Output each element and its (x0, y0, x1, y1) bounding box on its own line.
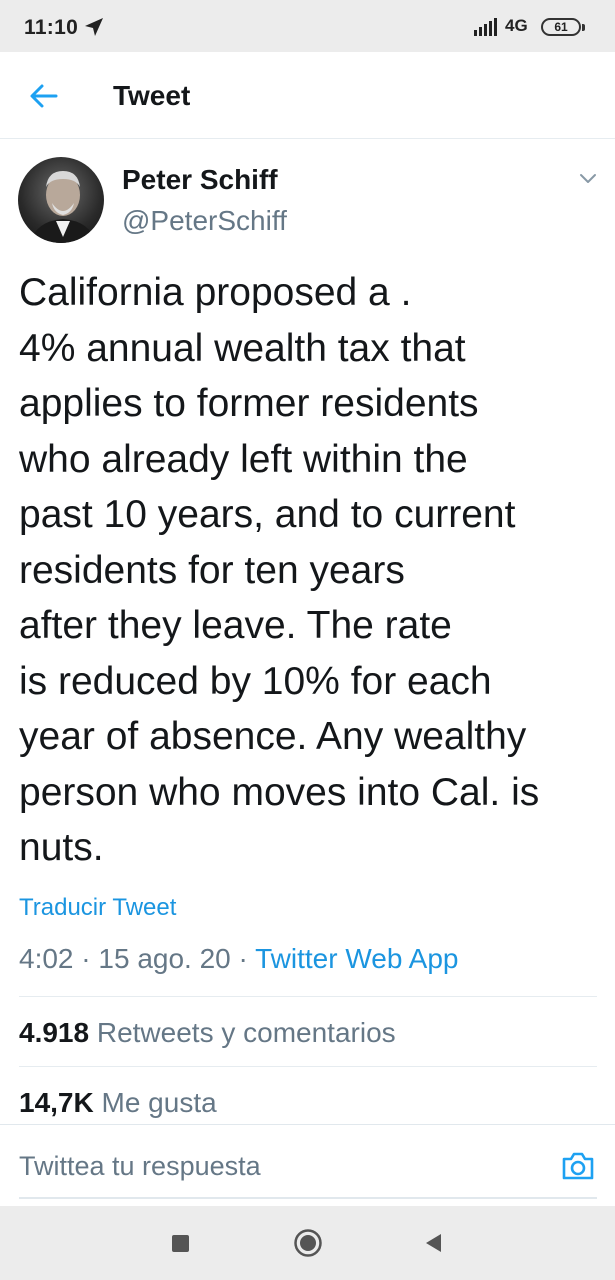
status-time: 11:10 (24, 16, 79, 39)
back-arrow-icon[interactable] (28, 82, 60, 110)
reply-input-underline (19, 1197, 597, 1199)
nav-back-icon[interactable] (423, 1232, 443, 1254)
tweet-text-line: California proposed a . (19, 271, 412, 314)
tweet-text-line: nuts. (19, 826, 104, 869)
reply-input[interactable]: Twittea tu respuesta (19, 1151, 261, 1182)
system-navigation-bar (0, 1206, 615, 1280)
tweet-text-line: after they leave. The rate (19, 604, 452, 647)
retweets-count: 4.918 (19, 1017, 90, 1048)
divider (19, 996, 597, 997)
retweets-label: Retweets y comentarios (96, 1017, 396, 1048)
tweet-source-link[interactable]: Twitter Web App (255, 943, 458, 974)
avatar[interactable] (18, 157, 104, 243)
tweet-text-line: person who moves into Cal. is (19, 770, 540, 814)
camera-icon[interactable] (561, 1150, 595, 1182)
page-title: Tweet (113, 80, 191, 111)
author-name[interactable]: Peter Schiff (122, 164, 278, 196)
meta-separator: · (238, 943, 248, 974)
tweet-text-line: who already left within the (19, 437, 468, 481)
likes-stat[interactable]: 14,7K Me gusta (19, 1087, 217, 1119)
tweet-text: California proposed a . 4% annual wealth… (19, 265, 604, 876)
translate-tweet-link[interactable]: Traducir Tweet (19, 894, 176, 922)
navigation-arrow-icon (85, 18, 103, 36)
tweet-text-line: year of absence. Any wealthy (19, 715, 527, 758)
tweet-text-line: applies to former residents (19, 382, 479, 425)
retweets-stat[interactable]: 4.918 Retweets y comentarios (19, 1017, 396, 1049)
status-bar: 11:10 4G 61 (0, 0, 615, 52)
recent-apps-icon[interactable] (172, 1235, 189, 1252)
divider (19, 1066, 597, 1067)
author-handle[interactable]: @PeterSchiff (122, 205, 287, 237)
tweet-metadata: 4:02 · 15 ago. 20 · Twitter Web App (19, 943, 458, 975)
likes-label: Me gusta (101, 1087, 217, 1118)
meta-separator: · (81, 943, 91, 974)
home-icon[interactable] (293, 1228, 323, 1258)
tweet-date: 15 ago. 20 (98, 943, 231, 974)
battery-indicator: 61 (541, 18, 585, 36)
tweet-text-line: past 10 years, and to current (19, 493, 516, 536)
likes-count: 14,7K (19, 1087, 94, 1118)
signal-icon (474, 18, 497, 36)
top-app-bar: Tweet (0, 52, 615, 139)
tweet-time: 4:02 (19, 943, 74, 974)
reply-bar: Twittea tu respuesta (0, 1124, 615, 1207)
chevron-down-icon[interactable] (578, 172, 598, 186)
tweet-text-line: is reduced by 10% for each (19, 659, 492, 703)
network-type: 4G (505, 16, 528, 35)
tweet-text-line: 4% annual wealth tax that (19, 326, 466, 370)
tweet-text-line: residents for ten years (19, 548, 405, 592)
